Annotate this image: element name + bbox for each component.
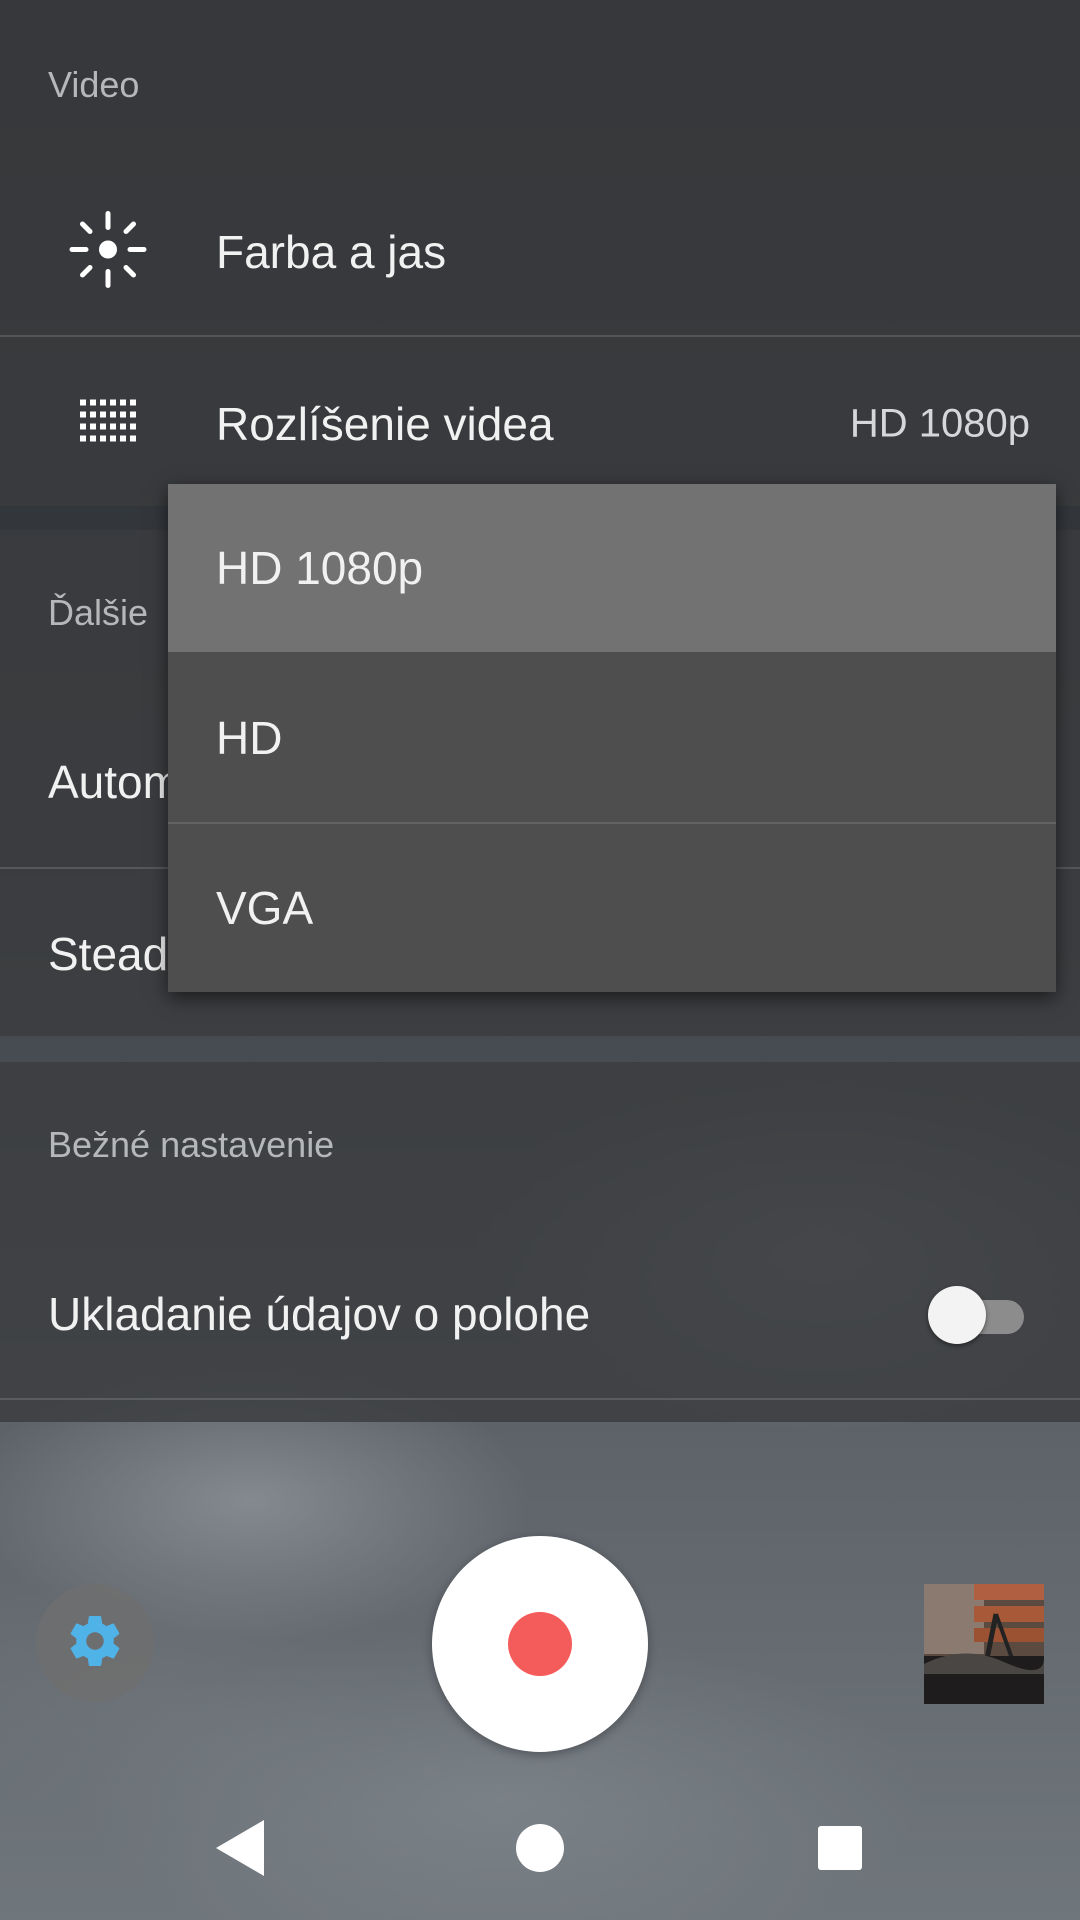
setting-label: Farba a jas <box>216 226 447 278</box>
home-button[interactable] <box>490 1812 590 1884</box>
setting-label: Stead <box>48 928 169 980</box>
general-settings-panel: Bežné nastavenie Ukladanie údajov o polo… <box>0 1062 1080 1422</box>
setting-label: Rozlíšenie videa <box>216 398 554 450</box>
thumbnail-image <box>924 1584 1044 1704</box>
divider <box>0 1398 1080 1400</box>
location-toggle[interactable] <box>928 1284 1028 1344</box>
setting-value: HD 1080p <box>849 401 1030 446</box>
section-title-general: Bežné nastavenie <box>48 1124 335 1165</box>
section-title-more: Ďalšie <box>48 592 149 633</box>
dropdown-option-label: HD 1080p <box>216 542 424 594</box>
last-capture-thumbnail[interactable] <box>924 1584 1044 1704</box>
toggle-thumb <box>928 1286 986 1344</box>
setting-label: Ukladanie údajov o polohe <box>48 1288 591 1340</box>
dropdown-option-label: VGA <box>216 882 314 934</box>
back-icon <box>216 1820 264 1876</box>
resolution-dropdown: HD 1080p HD VGA <box>168 484 1056 992</box>
setting-video-resolution[interactable]: Rozlíšenie videa HD 1080p <box>0 340 1080 508</box>
home-icon <box>516 1824 564 1872</box>
brightness-icon <box>68 210 148 295</box>
recents-button[interactable] <box>790 1812 890 1884</box>
dropdown-option-hd1080p[interactable]: HD 1080p <box>168 484 1056 652</box>
divider <box>0 335 1080 337</box>
video-settings-panel: Video Farba a jas Rozlíšenie videa HD 10… <box>0 0 1080 506</box>
recents-icon <box>818 1826 862 1870</box>
settings-button[interactable] <box>36 1584 154 1702</box>
dropdown-option-hd[interactable]: HD <box>168 654 1056 822</box>
section-title-video: Video <box>48 64 140 105</box>
record-button[interactable] <box>432 1536 648 1752</box>
dropdown-option-vga[interactable]: VGA <box>168 824 1056 992</box>
grid-resolution-icon <box>80 399 136 449</box>
record-icon <box>508 1612 572 1676</box>
gear-icon <box>65 1611 125 1676</box>
setting-location-tagging[interactable]: Ukladanie údajov o polohe <box>0 1230 1080 1398</box>
setting-label: Autom <box>48 756 181 808</box>
back-button[interactable] <box>190 1812 290 1884</box>
setting-color-brightness[interactable]: Farba a jas <box>0 168 1080 336</box>
dropdown-option-label: HD <box>216 712 283 764</box>
